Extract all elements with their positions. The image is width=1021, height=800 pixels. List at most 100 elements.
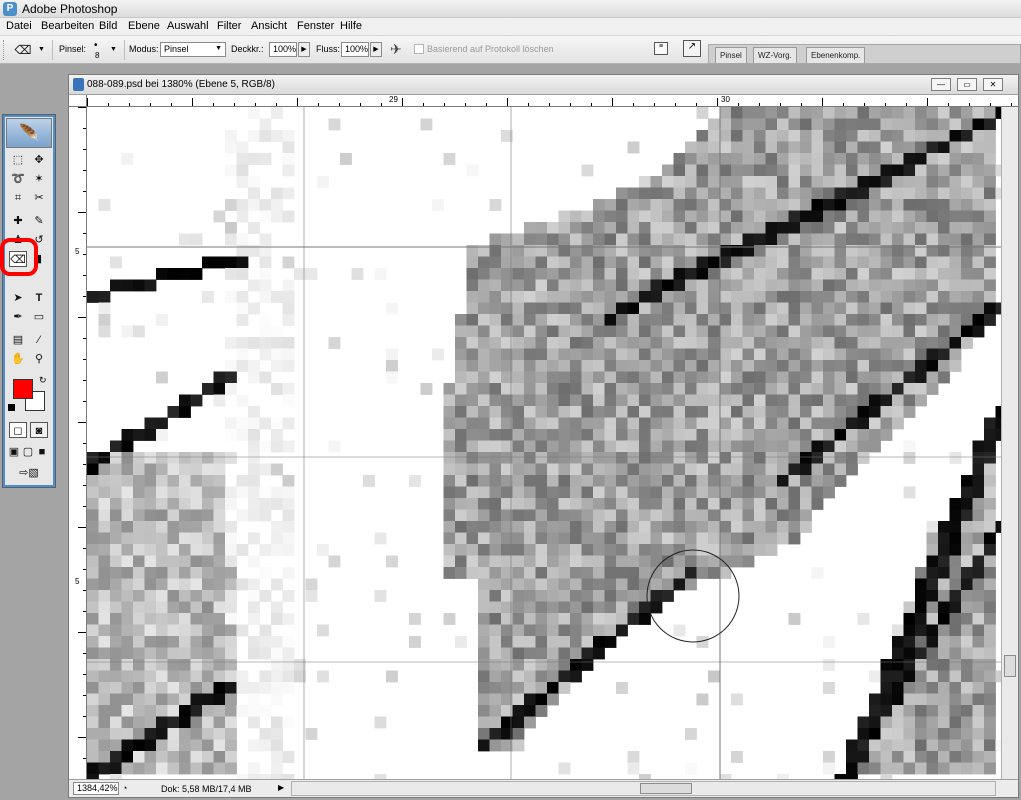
ruler-tick xyxy=(696,103,697,106)
maximize-button[interactable]: ▭ xyxy=(957,78,977,91)
hand-icon[interactable]: ✋ xyxy=(9,351,27,367)
slice-icon[interactable]: ✂ xyxy=(30,190,48,206)
brush-icon[interactable]: ✎ xyxy=(30,213,48,229)
ruler-tick xyxy=(822,98,823,106)
document-size-info: Dok: 5,58 MB/17,4 MB xyxy=(161,784,252,794)
opacity-slider-button[interactable]: ▶ xyxy=(298,42,310,57)
menu-ansicht[interactable]: Ansicht xyxy=(251,20,287,32)
eyedropper-icon[interactable]: ⁄ xyxy=(30,332,48,348)
ruler-tick xyxy=(423,103,424,106)
horizontal-scrollbar[interactable] xyxy=(291,781,996,796)
menu-fenster[interactable]: Fenster xyxy=(297,20,334,32)
move-icon[interactable]: ✥ xyxy=(30,152,48,168)
status-menu-arrow-icon[interactable]: ▶ xyxy=(278,783,284,792)
menu-auswahl[interactable]: Auswahl xyxy=(167,20,209,32)
vertical-scroll-thumb[interactable] xyxy=(1004,655,1016,677)
ruler-tick xyxy=(969,103,970,106)
close-button[interactable]: ✕ xyxy=(983,78,1003,91)
ruler-tick xyxy=(83,569,86,570)
full-screen-menu-mode-icon[interactable]: ▢ xyxy=(21,444,35,460)
quick-mask-icon[interactable]: ◙ xyxy=(30,422,48,438)
vertical-scrollbar[interactable] xyxy=(1001,107,1018,779)
menu-filter[interactable]: Filter xyxy=(217,20,241,32)
ruler-tick xyxy=(108,103,109,106)
ruler-tick xyxy=(83,296,86,297)
menu-hilfe[interactable]: Hilfe xyxy=(340,20,362,32)
ruler-tick xyxy=(717,98,718,106)
ruler-tick xyxy=(213,103,214,106)
shape-icon[interactable]: ▭ xyxy=(30,309,48,325)
lasso-icon[interactable]: ➰ xyxy=(9,171,27,187)
rectangular-marquee-icon[interactable]: ⬚ xyxy=(9,152,27,168)
ruler-tick xyxy=(927,98,928,106)
swap-colors-icon[interactable]: ↻ xyxy=(39,375,47,386)
horizontal-ruler[interactable]: 29 30 xyxy=(87,95,1018,107)
ruler-tick xyxy=(150,103,151,106)
standard-mode-icon[interactable]: ◻ xyxy=(9,422,27,438)
ruler-origin[interactable] xyxy=(69,95,87,107)
ruler-tick xyxy=(276,103,277,106)
vertical-ruler[interactable]: 5 5 xyxy=(69,107,87,779)
ruler-tick xyxy=(83,548,86,549)
ruler-tick xyxy=(83,275,86,276)
well-tab-tool-presets[interactable]: WZ-Vorg. xyxy=(753,47,797,63)
foreground-color-swatch[interactable] xyxy=(13,379,33,399)
magic-wand-icon[interactable]: ✶ xyxy=(30,171,48,187)
menu-ebene[interactable]: Ebene xyxy=(128,20,160,32)
app-title: Adobe Photoshop xyxy=(22,2,118,16)
ruler-tick xyxy=(83,359,86,360)
mode-select[interactable]: Pinsel ▼ xyxy=(160,42,226,57)
opacity-field[interactable]: 100% xyxy=(269,42,297,57)
well-tab-brushes[interactable]: Pinsel xyxy=(715,47,747,63)
zoom-icon[interactable]: ⚲ xyxy=(30,351,48,367)
ruler-tick xyxy=(83,170,86,171)
pen-icon[interactable]: ✒ xyxy=(9,309,27,325)
zoom-field[interactable]: 1384,42% xyxy=(73,782,119,795)
image-canvas[interactable] xyxy=(87,107,1001,779)
jump-to-imageready-icon[interactable]: ⇨▧ xyxy=(11,465,47,481)
flow-field[interactable]: 100% xyxy=(341,42,369,57)
eraser-tool-preset-icon[interactable]: ⌫ xyxy=(14,42,32,58)
psd-file-icon xyxy=(73,78,84,91)
healing-brush-icon[interactable]: ✚ xyxy=(9,213,27,229)
document-title-bar[interactable]: 088-089.psd bei 1380% (Ebene 5, RGB/8) —… xyxy=(69,75,1018,95)
brush-dot-icon[interactable]: • xyxy=(94,40,98,51)
photoshop-app-icon: P xyxy=(3,2,17,16)
ruler-tick xyxy=(83,149,86,150)
ruler-tick xyxy=(444,103,445,106)
full-screen-mode-icon[interactable]: ■ xyxy=(35,444,49,460)
horizontal-scroll-thumb[interactable] xyxy=(640,783,692,794)
standard-screen-mode-icon[interactable]: ▣ xyxy=(7,444,21,460)
ruler-tick xyxy=(83,233,86,234)
imageready-icon[interactable]: ↗ xyxy=(683,40,701,57)
crop-icon[interactable]: ⌗ xyxy=(9,190,27,206)
ruler-tick xyxy=(465,103,466,106)
separator xyxy=(124,40,125,60)
type-icon[interactable]: T xyxy=(30,290,48,306)
preset-dropdown-arrow-icon[interactable]: ▼ xyxy=(38,46,45,53)
notes-icon[interactable]: ▤ xyxy=(9,332,27,348)
ruler-tick xyxy=(339,103,340,106)
flow-slider-button[interactable]: ▶ xyxy=(370,42,382,57)
brush-dropdown-arrow-icon[interactable]: ▼ xyxy=(110,46,117,53)
menu-bild[interactable]: Bild xyxy=(99,20,117,32)
erase-to-history-checkbox[interactable] xyxy=(414,44,424,54)
ruler-tick xyxy=(759,103,760,106)
well-tab-layer-comps[interactable]: Ebenenkomp. xyxy=(806,47,866,63)
minimize-button[interactable]: — xyxy=(931,78,951,91)
ruler-tick xyxy=(83,485,86,486)
path-selection-icon[interactable]: ➤ xyxy=(9,290,27,306)
ruler-tick xyxy=(78,632,86,633)
adobe-online-feather-icon[interactable]: 🪶 xyxy=(6,118,52,148)
options-grip[interactable] xyxy=(3,40,7,60)
default-colors-icon[interactable] xyxy=(8,404,15,411)
status-info-icon[interactable]: ◔ xyxy=(122,783,127,793)
airbrush-icon[interactable]: ✈ xyxy=(390,41,402,58)
ruler-tick xyxy=(654,103,655,106)
menu-bearbeiten[interactable]: Bearbeiten xyxy=(41,20,94,32)
file-browser-icon[interactable]: ≡ xyxy=(654,42,668,55)
menu-datei[interactable]: Datei xyxy=(6,20,32,32)
ruler-tick xyxy=(486,103,487,106)
ruler-tick xyxy=(192,98,193,106)
ruler-tick xyxy=(83,653,86,654)
